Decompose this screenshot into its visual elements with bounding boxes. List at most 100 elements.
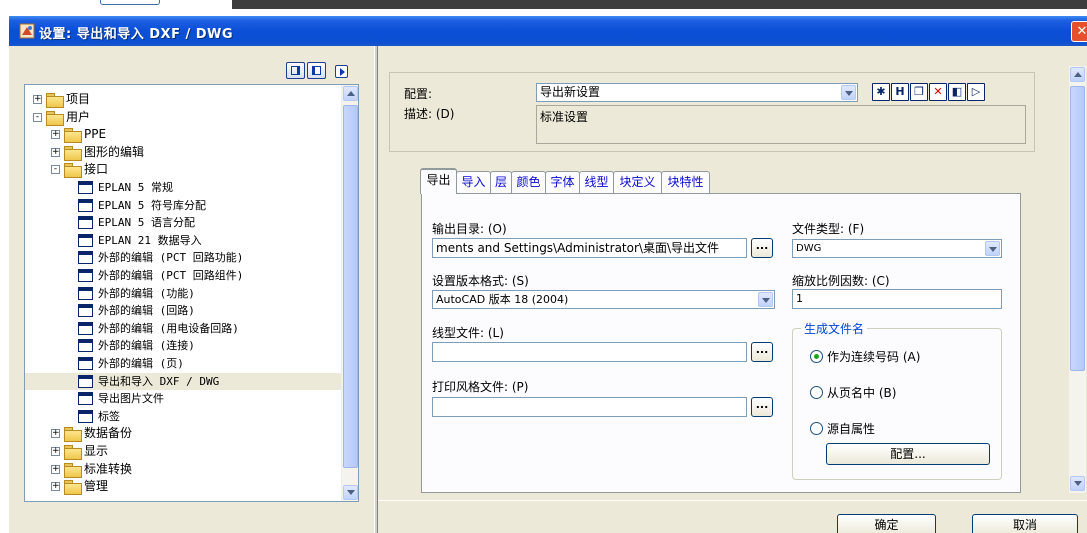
- tree-item[interactable]: 导出和导入 DXF / DWG: [25, 372, 341, 390]
- version-label: 设置版本格式: (S): [432, 274, 529, 288]
- background-bar: [232, 0, 1087, 9]
- folder-icon: [64, 128, 82, 144]
- radio-from-property[interactable]: [810, 422, 823, 435]
- expand-icon[interactable]: +: [51, 429, 60, 439]
- import-profile-button[interactable]: ◧: [948, 83, 966, 101]
- scale-label: 缩放比例因数: (C): [792, 274, 890, 288]
- folder-icon: [64, 145, 82, 161]
- chevron-down-icon[interactable]: [758, 292, 773, 307]
- tree-item[interactable]: 外部的编辑 (功能): [25, 285, 341, 302]
- filename-config-button[interactable]: 配置...: [826, 443, 990, 465]
- expand-icon[interactable]: +: [51, 130, 60, 140]
- tree-item[interactable]: EPLAN 5 常规: [25, 179, 341, 196]
- output-dir-field[interactable]: ments and Settings\Administrator\桌面\导出文件: [432, 238, 747, 258]
- settings-page-icon: [78, 286, 93, 300]
- tree-item[interactable]: 外部的编辑 (用电设备回路): [25, 320, 341, 337]
- expand-icon[interactable]: +: [51, 464, 60, 474]
- tree-item[interactable]: + 管理: [25, 478, 341, 496]
- filename-config-label: 配置...: [890, 447, 926, 461]
- tab-font[interactable]: 字体: [545, 171, 580, 193]
- tab-block-def[interactable]: 块定义: [613, 171, 662, 193]
- scroll-down-icon[interactable]: [1070, 476, 1085, 491]
- tree-item[interactable]: 外部的编辑 (连接): [25, 337, 341, 354]
- save-profile-button[interactable]: H: [891, 83, 909, 101]
- tree-item-label: 外部的编辑 (用电设备回路): [98, 321, 239, 335]
- tree-item[interactable]: EPLAN 5 语言分配: [25, 214, 341, 231]
- scroll-up-icon[interactable]: [343, 86, 358, 101]
- radio-from-page[interactable]: [810, 386, 823, 399]
- tab-font-label: 字体: [550, 175, 575, 189]
- file-type-select[interactable]: DWG: [792, 239, 1002, 258]
- tab-linetype[interactable]: 线型: [579, 171, 614, 193]
- expand-tree-button[interactable]: [286, 62, 305, 79]
- tree-item[interactable]: + 标准转换: [25, 461, 341, 478]
- close-button[interactable]: ✕: [1071, 21, 1087, 42]
- scale-value: 1: [796, 292, 803, 305]
- tree-item[interactable]: 外部的编辑 (PCT 回路功能): [25, 249, 341, 266]
- tab-import-label: 导入: [461, 175, 486, 189]
- browse-linetype-button[interactable]: ...: [751, 342, 773, 362]
- navigation-pane: + 项目 - 用户 + PPE + 图形的编辑 - 接口 EPLAN 5 常规 EPLAN 5 符号库…: [9, 46, 374, 533]
- browse-output-dir-button[interactable]: ...: [751, 238, 773, 258]
- ok-button[interactable]: 确定: [837, 514, 936, 533]
- tab-import[interactable]: 导入: [456, 171, 491, 193]
- tree-item[interactable]: 外部的编辑 (页): [25, 355, 341, 372]
- chevron-down-icon[interactable]: [985, 241, 1000, 256]
- radio-from-page-label[interactable]: 从页名中 (B): [827, 384, 896, 401]
- collapse-tree-button[interactable]: [307, 62, 326, 79]
- tab-layer[interactable]: 层: [490, 171, 512, 193]
- collapse-icon[interactable]: -: [51, 165, 60, 175]
- tree-item[interactable]: 外部的编辑 (回路): [25, 302, 341, 319]
- tree-item[interactable]: 导出图片文件: [25, 390, 341, 407]
- tree-item[interactable]: + 显示: [25, 443, 341, 460]
- radio-from-property-label[interactable]: 源自属性: [827, 420, 875, 437]
- plot-style-field[interactable]: [432, 397, 747, 417]
- export-profile-button[interactable]: ▷: [967, 83, 985, 101]
- tree-item[interactable]: 标签: [25, 408, 341, 425]
- collapse-icon[interactable]: -: [33, 112, 42, 122]
- tree-item[interactable]: EPLAN 21 数据导入: [25, 232, 341, 249]
- cancel-button[interactable]: 取消: [972, 514, 1078, 533]
- expand-icon[interactable]: +: [51, 147, 60, 157]
- tree-item[interactable]: 外部的编辑 (PCT 回路组件): [25, 267, 341, 284]
- file-type-label: 文件类型: (F): [792, 222, 865, 236]
- version-select[interactable]: AutoCAD 版本 18 (2004): [432, 290, 775, 309]
- tree-item[interactable]: + 图形的编辑: [25, 144, 341, 161]
- tab-export[interactable]: 导出: [420, 168, 457, 194]
- description-label: 描述: (D): [404, 107, 455, 121]
- scroll-down-icon[interactable]: [343, 485, 358, 500]
- settings-scroll-thumb[interactable]: [1070, 86, 1085, 371]
- expand-icon[interactable]: +: [33, 95, 42, 104]
- chevron-down-icon[interactable]: [841, 85, 856, 100]
- tab-block-attr[interactable]: 块特性: [661, 171, 710, 193]
- forward-icon[interactable]: [335, 65, 348, 78]
- tree-item[interactable]: - 接口: [25, 161, 341, 179]
- tree-scrollbar[interactable]: [341, 85, 358, 501]
- tree-item[interactable]: EPLAN 5 符号库分配: [25, 197, 341, 214]
- delete-profile-button[interactable]: ✕: [929, 83, 947, 101]
- tree-item[interactable]: + PPE: [25, 126, 341, 144]
- scroll-up-icon[interactable]: [1070, 67, 1085, 82]
- expand-icon[interactable]: +: [51, 482, 60, 492]
- description-field[interactable]: 标准设置: [536, 105, 1026, 144]
- tree-scroll-thumb[interactable]: [343, 105, 358, 468]
- profile-select[interactable]: 导出新设置: [536, 83, 858, 102]
- linetype-file-field[interactable]: [432, 342, 747, 362]
- copy-profile-button[interactable]: ❐: [910, 83, 928, 101]
- radio-sequential[interactable]: [810, 350, 823, 363]
- browse-plot-style-button[interactable]: ...: [751, 397, 773, 417]
- tree-item[interactable]: + 项目: [25, 91, 341, 108]
- tree-item[interactable]: - 用户: [25, 109, 341, 126]
- settings-tree[interactable]: + 项目 - 用户 + PPE + 图形的编辑 - 接口 EPLAN 5 常规 EPLAN 5 符号库…: [24, 84, 359, 502]
- expand-icon[interactable]: +: [51, 447, 60, 456]
- scale-field[interactable]: 1: [792, 289, 1002, 309]
- radio-sequential-label[interactable]: 作为连续号码 (A): [827, 348, 920, 365]
- new-profile-button[interactable]: ✱: [872, 83, 890, 101]
- export-tab-panel: 输出目录: (O) ments and Settings\Administrat…: [421, 193, 1021, 493]
- settings-scrollbar[interactable]: [1069, 66, 1086, 493]
- profile-label: 配置:: [404, 87, 433, 101]
- tree-item[interactable]: + 数据备份: [25, 425, 341, 443]
- import-icon: ◧: [951, 85, 963, 98]
- tab-color[interactable]: 颜色: [511, 171, 546, 193]
- app-icon: [19, 23, 35, 39]
